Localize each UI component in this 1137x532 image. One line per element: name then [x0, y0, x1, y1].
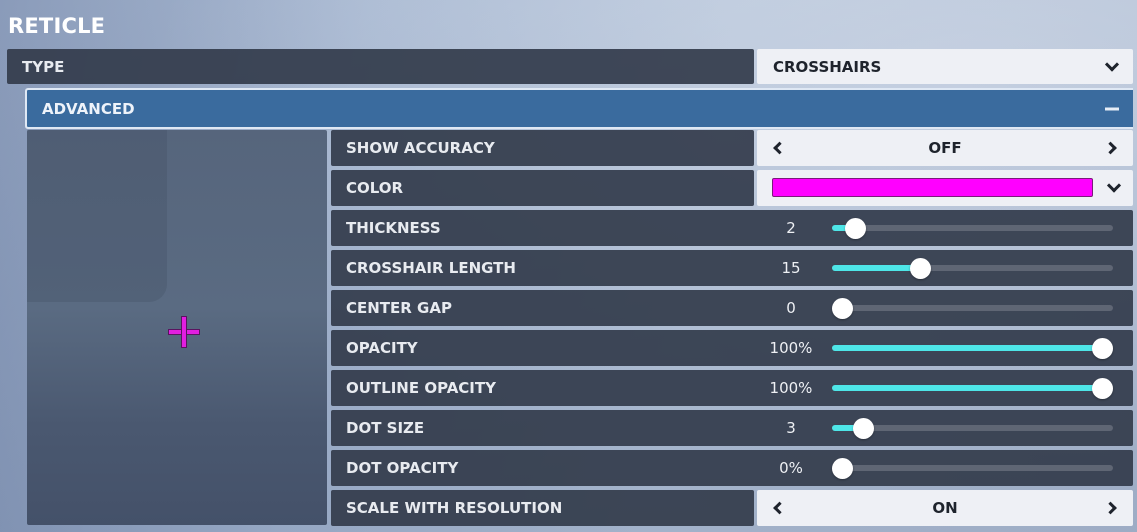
outline-opacity-slider[interactable]	[832, 370, 1113, 406]
chevron-left-icon[interactable]	[773, 141, 786, 155]
slider-fill	[832, 265, 921, 271]
chevron-down-icon	[1106, 178, 1122, 193]
slider-thumb[interactable]	[832, 298, 853, 319]
setting-label-scale-with-resolution: SCALE WITH RESOLUTION	[331, 490, 754, 526]
slider-thumb[interactable]	[1092, 338, 1113, 359]
setting-label-color: COLOR	[331, 170, 754, 206]
slider-track[interactable]	[832, 305, 1113, 311]
center-gap-value: 0	[786, 299, 796, 317]
center-gap-slider[interactable]	[832, 290, 1113, 326]
advanced-label: ADVANCED	[42, 99, 135, 118]
slider-track[interactable]	[832, 465, 1113, 471]
opacity-slider[interactable]	[832, 330, 1113, 366]
slider-fill	[832, 345, 1103, 351]
setting-row-dot-opacity: DOT OPACITY 0%	[331, 450, 1133, 486]
slider-thumb[interactable]	[852, 418, 874, 439]
dot-size-slider[interactable]	[832, 410, 1113, 446]
setting-row-opacity: OPACITY 100%	[331, 330, 1133, 366]
slider-thumb[interactable]	[1092, 378, 1113, 399]
dot-opacity-value: 0%	[779, 459, 803, 477]
show-accuracy-value: OFF	[928, 139, 962, 157]
slider-fill	[832, 385, 1103, 391]
setting-row-dot-size: DOT SIZE 3	[331, 410, 1133, 446]
setting-row-show-accuracy: SHOW ACCURACY OFF	[331, 130, 1133, 166]
type-label: TYPE	[7, 49, 754, 84]
color-swatch	[772, 178, 1093, 197]
chevron-left-icon[interactable]	[773, 501, 786, 515]
dot-size-value: 3	[786, 419, 796, 437]
setting-row-color: COLOR	[331, 170, 1133, 206]
type-dropdown[interactable]: CROSSHAIRS	[757, 49, 1133, 84]
thickness-slider[interactable]	[832, 210, 1113, 246]
scale-with-resolution-value: ON	[932, 499, 958, 517]
scale-with-resolution-selector[interactable]: ON	[757, 490, 1133, 526]
thickness-value: 2	[786, 219, 796, 237]
slider-track[interactable]	[832, 425, 1113, 431]
outline-opacity-value: 100%	[769, 379, 813, 397]
opacity-value: 100%	[769, 339, 813, 357]
slider-track[interactable]	[832, 225, 1113, 231]
setting-row-scale-with-resolution: SCALE WITH RESOLUTION ON	[331, 490, 1133, 526]
minus-icon[interactable]	[1105, 107, 1119, 110]
crosshair-preview-icon	[168, 316, 200, 348]
setting-label-show-accuracy: SHOW ACCURACY	[331, 130, 754, 166]
setting-row-thickness: THICKNESS 2	[331, 210, 1133, 246]
slider-thumb[interactable]	[845, 218, 866, 239]
dot-opacity-slider[interactable]	[832, 450, 1113, 486]
show-accuracy-selector[interactable]: OFF	[757, 130, 1133, 166]
chevron-right-icon[interactable]	[1104, 501, 1117, 515]
advanced-section-header[interactable]: ADVANCED	[25, 88, 1133, 129]
crosshair-vertical-bar	[181, 316, 187, 348]
crosshair-length-value: 15	[781, 259, 801, 277]
preview-shading	[27, 130, 167, 302]
section-title: RETICLE	[8, 14, 106, 38]
setting-row-crosshair-length: CROSSHAIR LENGTH 15	[331, 250, 1133, 286]
chevron-right-icon[interactable]	[1104, 141, 1117, 155]
crosshair-length-slider[interactable]	[832, 250, 1113, 286]
reticle-preview	[27, 130, 327, 525]
setting-row-outline-opacity: OUTLINE OPACITY 100%	[331, 370, 1133, 406]
type-dropdown-value: CROSSHAIRS	[773, 57, 882, 76]
setting-row-center-gap: CENTER GAP 0	[331, 290, 1133, 326]
color-dropdown[interactable]	[757, 170, 1133, 206]
slider-thumb[interactable]	[910, 258, 931, 279]
chevron-down-icon	[1104, 56, 1120, 72]
slider-thumb[interactable]	[832, 458, 853, 479]
